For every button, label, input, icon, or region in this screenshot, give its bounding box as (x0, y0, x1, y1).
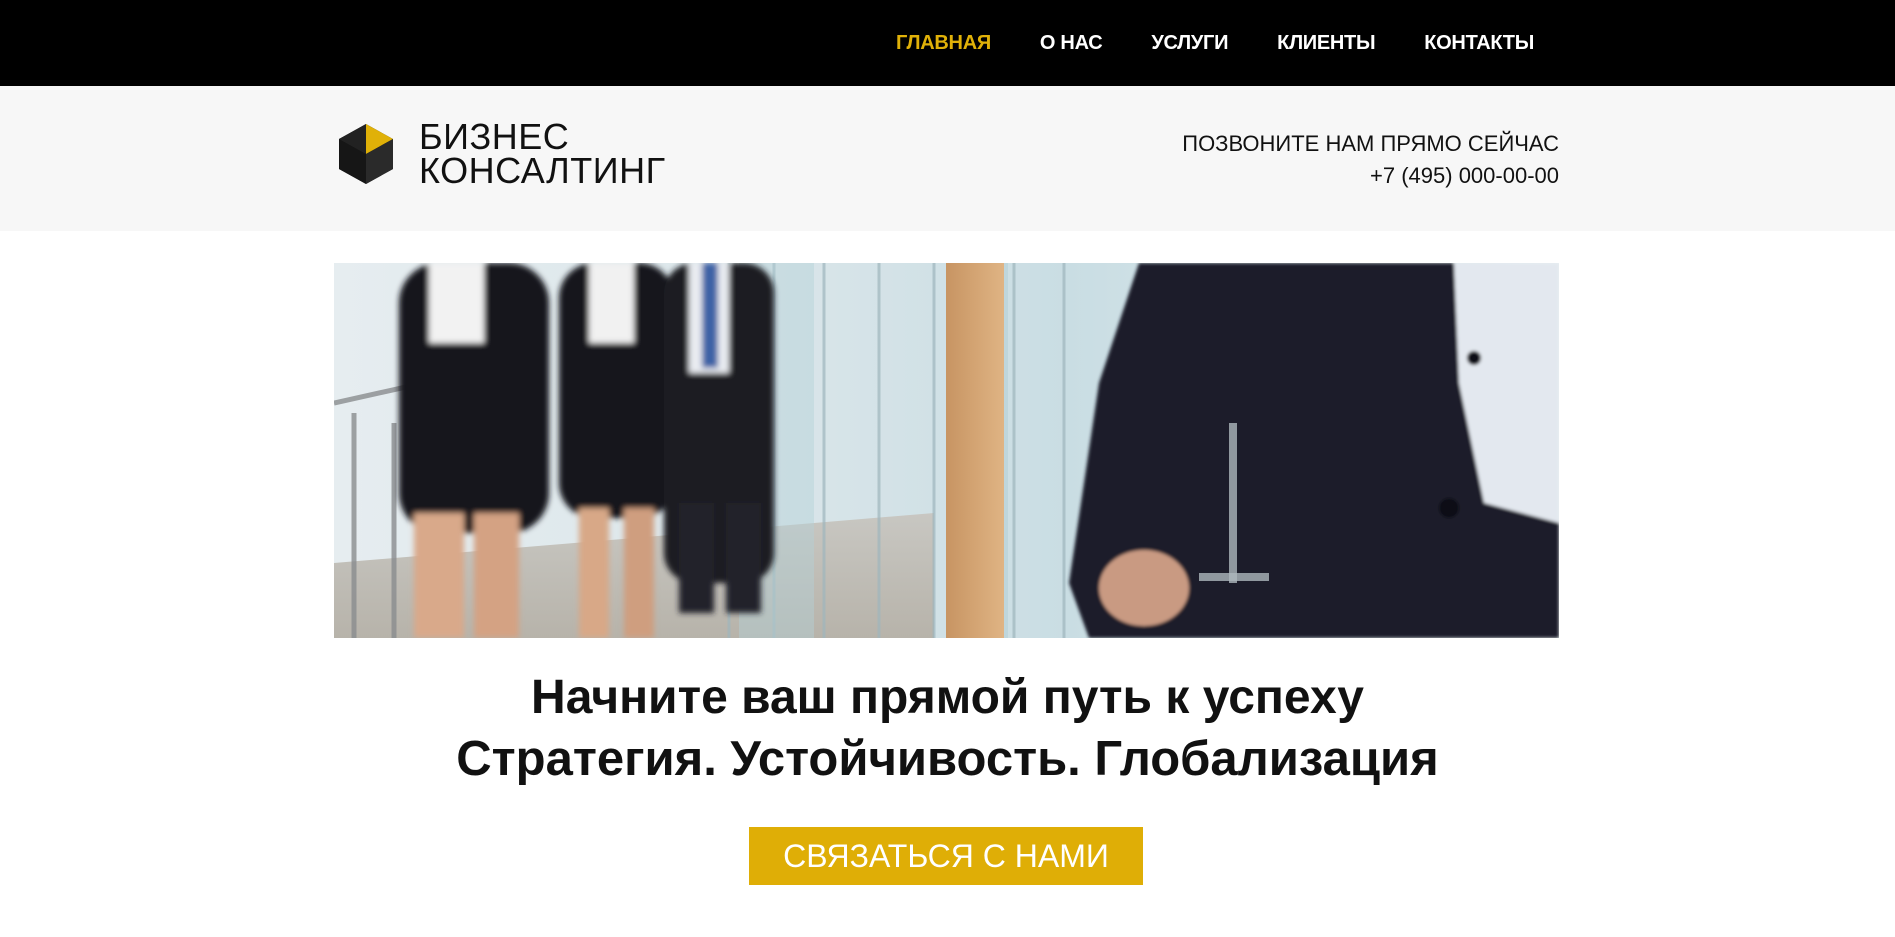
brand-line-2: КОНСАЛТИНГ (419, 150, 666, 191)
brand-name: БИЗНЕС КОНСАЛТИНГ (419, 116, 666, 191)
nav-item-clients[interactable]: КЛИЕНТЫ (1277, 32, 1375, 55)
top-nav-bar: ГЛАВНАЯ О НАС УСЛУГИ КЛИЕНТЫ КОНТАКТЫ (0, 0, 1895, 86)
site-logo[interactable]: БИЗНЕС КОНСАЛТИНГ (337, 116, 666, 191)
phone-number[interactable]: +7 (495) 000-00-00 (1182, 160, 1559, 192)
main-menu: ГЛАВНАЯ О НАС УСЛУГИ КЛИЕНТЫ КОНТАКТЫ (896, 0, 1583, 86)
nav-item-home[interactable]: ГЛАВНАЯ (896, 32, 991, 55)
brand-line-1: БИЗНЕС (419, 116, 570, 157)
nav-item-contacts[interactable]: КОНТАКТЫ (1424, 32, 1534, 55)
business-people-photo (334, 263, 1559, 638)
call-prompt: ПОЗВОНИТЕ НАМ ПРЯМО СЕЙЧАС (1182, 131, 1559, 156)
contact-us-button[interactable]: СВЯЗАТЬСЯ С НАМИ (749, 827, 1143, 885)
contact-block: ПОЗВОНИТЕ НАМ ПРЯМО СЕЙЧАС +7 (495) 000-… (1182, 128, 1559, 192)
hero-image (334, 263, 1559, 638)
hero-subline: Стратегия. Устойчивость. Глобализация (456, 732, 1439, 786)
cube-logo-icon (339, 124, 393, 184)
nav-item-about[interactable]: О НАС (1040, 32, 1103, 55)
site-header: БИЗНЕС КОНСАЛТИНГ ПОЗВОНИТЕ НАМ ПРЯМО СЕ… (0, 86, 1895, 231)
nav-item-services[interactable]: УСЛУГИ (1151, 32, 1228, 55)
hero-tagline: Начните ваш прямой путь к успеху (531, 671, 1364, 724)
